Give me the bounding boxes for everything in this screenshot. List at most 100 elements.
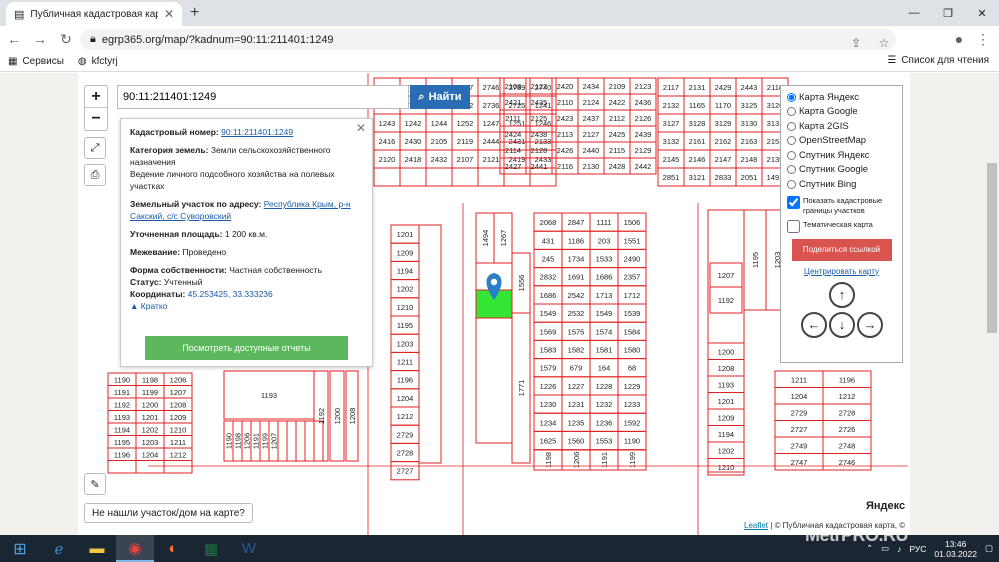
parcel-outline[interactable] <box>163 460 193 474</box>
thematic-checkbox[interactable] <box>787 219 800 233</box>
layer-radio[interactable] <box>787 92 796 102</box>
language-indicator[interactable]: РУС <box>909 544 926 554</box>
new-tab-button[interactable]: + <box>190 4 199 22</box>
layer-option[interactable]: Спутник Яндекс <box>787 148 896 163</box>
address-bar[interactable]: 🔒︎ egrp365.org/map/?kadnum=90:11:211401:… <box>80 29 896 50</box>
layer-list: Карта Яндекс Карта Google Карта 2GIS OpenSt… <box>787 90 896 192</box>
brief-toggle[interactable]: ▲ Кратко <box>130 301 167 311</box>
pan-right-arrow-icon[interactable]: → <box>857 311 883 338</box>
layer-radio[interactable] <box>787 107 796 117</box>
bookmark-kfctyrj[interactable]: ◍ kfctyrj <box>78 56 118 67</box>
share-icon[interactable]: ⇪ <box>844 32 868 53</box>
parcel-number: 1549 <box>540 309 557 318</box>
show-borders-checkbox[interactable] <box>787 195 800 209</box>
parcel-number: 203 <box>598 236 611 245</box>
layer-radio[interactable] <box>787 150 796 160</box>
parcel-outline[interactable] <box>399 167 427 187</box>
pan-down-arrow-icon[interactable]: ↓ <box>829 311 855 338</box>
parcel-outline[interactable] <box>425 167 453 187</box>
layer-radio[interactable] <box>787 165 796 175</box>
start-button[interactable]: ⊞ <box>0 535 40 562</box>
bookmark-star-icon[interactable]: ☆ <box>872 32 896 53</box>
parcel-number: 1553 <box>596 437 613 446</box>
parcel-number: 1556 <box>517 275 526 292</box>
layer-option[interactable]: Спутник Google <box>787 163 896 178</box>
parcel-number: 2418 <box>405 155 422 164</box>
parcel-outline[interactable] <box>286 420 297 462</box>
parcel-number: 164 <box>598 364 611 373</box>
close-icon[interactable]: ✕ <box>356 122 366 134</box>
search-icon: ⌕ <box>418 90 425 103</box>
file-explorer-icon[interactable]: ▬ <box>78 535 116 562</box>
parcel-number: 2130 <box>583 162 600 171</box>
parcel-number: 1686 <box>596 273 613 282</box>
parcel-number: 2747 <box>791 458 808 467</box>
parcel-outline[interactable] <box>373 167 401 187</box>
layer-option[interactable]: Спутник Bing <box>787 177 896 192</box>
chrome-icon[interactable]: ◉ <box>116 535 154 562</box>
parcel-outline[interactable] <box>107 460 137 474</box>
center-map-link[interactable]: Центрировать карту <box>787 267 896 276</box>
share-link-button[interactable]: Поделиться ссылкой <box>791 238 892 261</box>
word-icon[interactable]: W <box>230 535 268 562</box>
not-found-button[interactable]: Не нашли участок/дом на карте? <box>84 503 253 523</box>
page-scrollbar[interactable] <box>985 73 999 535</box>
layer-option[interactable]: Карта Яндекс <box>787 90 896 105</box>
parcel-number: 2422 <box>609 98 626 107</box>
close-tab-icon[interactable]: ✕ <box>164 7 174 21</box>
layer-option[interactable]: Карта 2GIS <box>787 119 896 134</box>
reload-button[interactable]: ↻ <box>54 27 78 51</box>
menu-icon[interactable]: ⋮ <box>971 27 995 51</box>
scroll-thumb[interactable] <box>987 163 997 333</box>
parcel-number: 1242 <box>405 119 422 128</box>
parcel-number: 1236 <box>596 418 613 427</box>
thematic-map-toggle[interactable]: Тематическая карта <box>787 219 896 233</box>
excel-icon[interactable]: ▦ <box>192 535 230 562</box>
cadastral-search-input[interactable] <box>117 85 409 109</box>
parcel-number: 1592 <box>624 418 641 427</box>
bookmark-services[interactable]: ▦ Сервисы <box>8 56 64 67</box>
parcel-number: 1191 <box>252 433 261 449</box>
pan-left-arrow-icon[interactable]: ← <box>801 311 827 338</box>
view-reports-button[interactable]: Посмотреть доступные отчеты <box>145 336 348 360</box>
zoom-in-button[interactable]: + <box>85 86 107 108</box>
layer-radio[interactable] <box>787 121 796 131</box>
parcel-number: 1202 <box>142 425 159 434</box>
parcel-number: 2108 <box>505 82 522 91</box>
parcel-number: 1204 <box>397 394 414 403</box>
forward-button[interactable]: → <box>28 27 52 51</box>
ruler-icon[interactable]: ✎ <box>84 473 106 495</box>
parcel-outline[interactable] <box>418 224 442 464</box>
zoom-out-button[interactable]: − <box>85 108 107 130</box>
reading-list-button[interactable]: ☰ Список для чтения <box>887 55 989 66</box>
fullscreen-icon[interactable]: ⤢ <box>84 137 106 159</box>
profile-icon[interactable]: ● <box>947 27 971 51</box>
pan-up-arrow-icon[interactable]: ↑ <box>829 281 855 308</box>
parcel-outline[interactable] <box>277 420 288 462</box>
parcel-outline[interactable] <box>135 460 165 474</box>
layer-radio[interactable] <box>787 179 796 189</box>
internet-explorer-icon[interactable]: ℯ <box>40 535 78 562</box>
parcel-number: 1200 <box>718 347 735 356</box>
notifications-icon[interactable]: ▢ <box>985 543 993 554</box>
close-window-button[interactable]: ✕ <box>965 0 999 26</box>
layer-option[interactable]: Карта Google <box>787 105 896 120</box>
layer-radio[interactable] <box>787 136 796 146</box>
parcel-number: 2436 <box>635 98 652 107</box>
parcel-outline[interactable] <box>451 167 479 187</box>
parcel-outline[interactable] <box>295 420 306 462</box>
firefox-icon[interactable]: ◐ <box>154 535 192 562</box>
back-button[interactable]: ← <box>2 27 26 51</box>
parcel-outline[interactable] <box>304 420 315 462</box>
layer-option[interactable]: OpenStreetMap <box>787 134 896 149</box>
browser-tab[interactable]: ▤ Публичная кадастровая карта - ✕ <box>6 2 182 26</box>
search-button[interactable]: ⌕ Найти <box>410 85 470 109</box>
show-borders-toggle[interactable]: Показать кадастровые границы участков <box>787 195 896 216</box>
print-icon[interactable]: ⎙ <box>84 164 106 186</box>
clock[interactable]: 13:46 01.03.2022 <box>934 539 977 559</box>
minimize-button[interactable]: — <box>897 0 931 26</box>
parcel-outline[interactable] <box>313 420 324 462</box>
maximize-button[interactable]: ❐ <box>931 0 965 26</box>
cadastral-number-link[interactable]: 90:11:211401:1249 <box>221 127 293 137</box>
leaflet-link[interactable]: Leaflet <box>744 521 768 530</box>
